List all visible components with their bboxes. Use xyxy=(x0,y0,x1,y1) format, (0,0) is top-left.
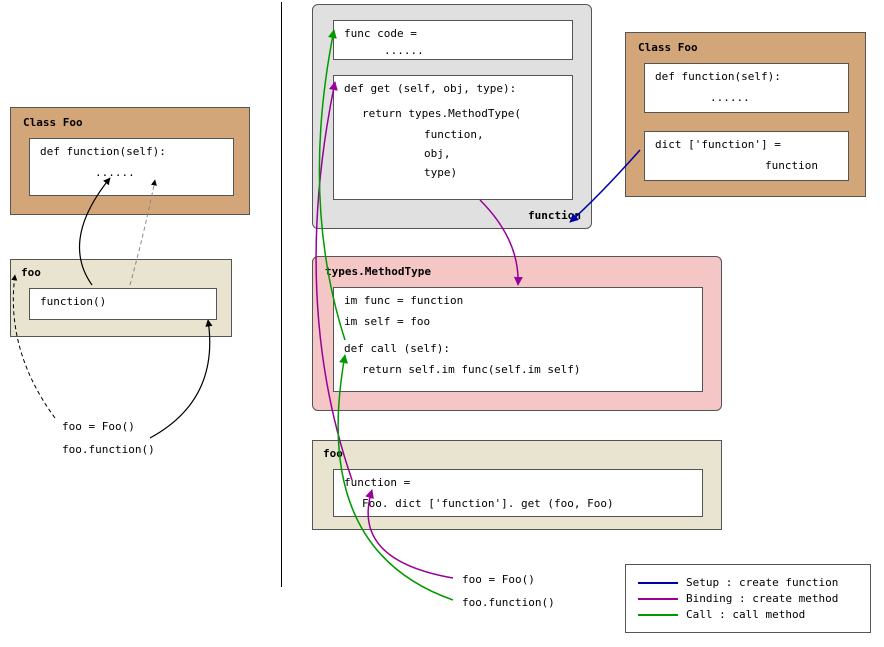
left-foo-code: function() xyxy=(40,295,206,308)
function-retline: return types.MethodType( xyxy=(362,107,562,120)
right-foo-l2: Foo. dict ['function']. get (foo, Foo) xyxy=(362,497,692,510)
right-call-l2: foo.function() xyxy=(462,596,555,609)
right-classfoo-inner1: def function(self): ...... xyxy=(644,63,849,113)
left-classfoo-code: def function(self): xyxy=(40,145,223,158)
function-funccode-inner: func code = ...... xyxy=(333,20,573,60)
right-classfoo-dictline: dict ['function'] = xyxy=(655,138,838,151)
methodtype-l1: im func = function xyxy=(344,294,692,307)
function-arg1: function, xyxy=(424,128,562,141)
left-call-l1: foo = Foo() xyxy=(62,420,135,433)
legend-box: Setup : create function Binding : create… xyxy=(625,564,871,633)
methodtype-l3: def call (self): xyxy=(344,342,692,355)
right-classfoo-code: def function(self): xyxy=(655,70,838,83)
function-arg2: obj, xyxy=(424,147,562,160)
legend-binding-row: Binding : create method xyxy=(638,592,858,605)
methodtype-l2: im self = foo xyxy=(344,315,692,328)
right-classfoo-title: Class Foo xyxy=(638,41,698,54)
function-getline: def get (self, obj, type): xyxy=(344,82,562,95)
left-classfoo-dots: ...... xyxy=(95,166,223,179)
right-foo-box: foo function = Foo. dict ['function']. g… xyxy=(312,440,722,530)
function-arg3: type) xyxy=(424,166,562,179)
left-classfoo-title: Class Foo xyxy=(23,116,83,129)
right-classfoo-dots: ...... xyxy=(710,91,838,104)
legend-binding-text: Binding : create method xyxy=(686,592,838,605)
function-get-inner: def get (self, obj, type): return types.… xyxy=(333,75,573,200)
methodtype-title: types.MethodType xyxy=(325,265,431,278)
legend-call-row: Call : call method xyxy=(638,608,858,621)
function-box: func code = ...... def get (self, obj, t… xyxy=(312,4,592,229)
legend-call-line xyxy=(638,614,678,616)
right-call-l1: foo = Foo() xyxy=(462,573,535,586)
right-classfoo-box: Class Foo def function(self): ...... dic… xyxy=(625,32,866,197)
function-label: function xyxy=(528,209,581,222)
legend-setup-text: Setup : create function xyxy=(686,576,838,589)
left-classfoo-inner: def function(self): ...... xyxy=(29,138,234,196)
methodtype-box: types.MethodType im func = function im s… xyxy=(312,256,722,411)
left-call-l2: foo.function() xyxy=(62,443,155,456)
function-funccode: func code = xyxy=(344,27,562,40)
methodtype-l4: return self.im func(self.im self) xyxy=(362,363,692,376)
right-foo-title: foo xyxy=(323,447,343,460)
right-classfoo-dictval: function xyxy=(765,159,838,172)
legend-setup-row: Setup : create function xyxy=(638,576,858,589)
right-classfoo-inner2: dict ['function'] = function xyxy=(644,131,849,181)
left-foo-box: foo function() xyxy=(10,259,232,337)
vertical-divider xyxy=(281,2,282,587)
function-funcdots: ...... xyxy=(384,44,562,57)
legend-setup-line xyxy=(638,582,678,584)
left-classfoo-box: Class Foo def function(self): ...... xyxy=(10,107,250,215)
methodtype-inner: im func = function im self = foo def cal… xyxy=(333,287,703,392)
left-foo-title: foo xyxy=(21,266,41,279)
left-foo-inner: function() xyxy=(29,288,217,320)
legend-binding-line xyxy=(638,598,678,600)
right-foo-l1: function = xyxy=(344,476,692,489)
right-foo-inner: function = Foo. dict ['function']. get (… xyxy=(333,469,703,517)
legend-call-text: Call : call method xyxy=(686,608,805,621)
